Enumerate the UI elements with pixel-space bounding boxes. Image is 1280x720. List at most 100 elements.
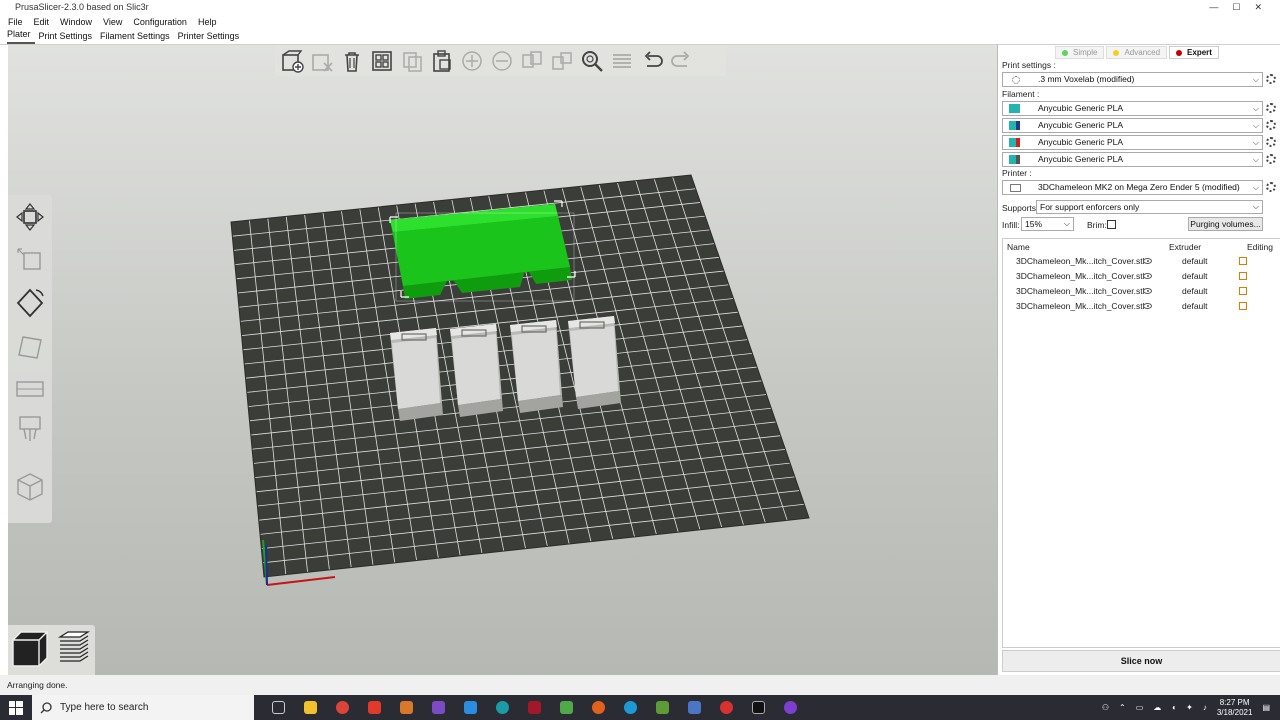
app-icon-red[interactable] bbox=[358, 695, 390, 720]
edit-icon[interactable] bbox=[1239, 272, 1247, 280]
prusaslicer-taskbar-icon[interactable] bbox=[582, 695, 614, 720]
menu-help[interactable]: Help bbox=[198, 17, 217, 27]
column-editing[interactable]: Editing bbox=[1247, 242, 1273, 252]
list-item[interactable]: 3DChameleon_Mk...itch_Cover.stl default bbox=[1003, 299, 1280, 314]
edit-icon[interactable] bbox=[1239, 287, 1247, 295]
list-item[interactable]: 3DChameleon_Mk...itch_Cover.stl default bbox=[1003, 269, 1280, 284]
move-tool[interactable] bbox=[14, 201, 46, 233]
switch-cover-object[interactable] bbox=[390, 328, 443, 421]
object-extruder[interactable]: default bbox=[1182, 271, 1208, 281]
menu-window[interactable]: Window bbox=[60, 17, 92, 27]
start-button[interactable] bbox=[0, 695, 32, 720]
task-view-icon[interactable] bbox=[262, 695, 294, 720]
place-on-face-tool[interactable] bbox=[14, 331, 46, 363]
app-icon-darkred[interactable] bbox=[518, 695, 550, 720]
tab-plater[interactable]: Plater bbox=[7, 27, 35, 44]
chevron-up-icon[interactable]: ⌃ bbox=[1119, 703, 1126, 712]
close-button[interactable]: ✕ bbox=[1254, 0, 1262, 14]
menu-configuration[interactable]: Configuration bbox=[133, 17, 187, 27]
scale-tool[interactable] bbox=[14, 245, 46, 277]
eye-icon[interactable] bbox=[1143, 288, 1152, 294]
people-icon[interactable]: ⚇ bbox=[1102, 703, 1109, 712]
filament-gear-icon[interactable] bbox=[1266, 154, 1276, 164]
visual-studio-icon[interactable] bbox=[422, 695, 454, 720]
tab-printer-settings[interactable]: Printer Settings bbox=[178, 29, 244, 44]
filament-combo-1[interactable]: Anycubic Generic PLA ⌵ bbox=[1002, 101, 1263, 116]
network-icon[interactable]: ▭ bbox=[1136, 703, 1144, 712]
seam-painting-tool[interactable] bbox=[14, 471, 46, 503]
chrome-icon[interactable] bbox=[326, 695, 358, 720]
filament-combo-3[interactable]: Anycubic Generic PLA ⌵ bbox=[1002, 135, 1263, 150]
add-button[interactable] bbox=[279, 48, 305, 74]
3d-view-button[interactable] bbox=[10, 629, 50, 671]
filament-gear-icon[interactable] bbox=[1266, 137, 1276, 147]
3d-scene[interactable] bbox=[8, 45, 997, 675]
switch-cover-object[interactable] bbox=[510, 320, 563, 413]
preview-button[interactable] bbox=[54, 629, 94, 671]
filament-gear-icon[interactable] bbox=[1266, 103, 1276, 113]
layers-editing-button[interactable] bbox=[609, 48, 635, 74]
menu-file[interactable]: File bbox=[8, 17, 23, 27]
terminal-icon[interactable] bbox=[742, 695, 774, 720]
minimize-button[interactable]: — bbox=[1209, 0, 1218, 14]
column-extruder[interactable]: Extruder bbox=[1169, 242, 1201, 252]
app-icon-lime[interactable] bbox=[646, 695, 678, 720]
filament-gear-icon[interactable] bbox=[1266, 120, 1276, 130]
clock[interactable]: 8:27 PM 3/18/2021 bbox=[1217, 698, 1253, 718]
maximize-button[interactable]: ☐ bbox=[1232, 0, 1240, 14]
infill-select[interactable]: 15% ⌵ bbox=[1021, 217, 1074, 231]
tab-print-settings[interactable]: Print Settings bbox=[39, 29, 97, 44]
dropbox-icon[interactable]: ✦ bbox=[1186, 703, 1193, 712]
filament-combo-4[interactable]: Anycubic Generic PLA ⌵ bbox=[1002, 152, 1263, 167]
search-button[interactable] bbox=[579, 48, 605, 74]
undo-button[interactable] bbox=[639, 48, 665, 74]
add-instance-button[interactable] bbox=[459, 48, 485, 74]
paste-button[interactable] bbox=[429, 48, 455, 74]
speaker-icon[interactable]: ♪ bbox=[1203, 703, 1207, 712]
object-extruder[interactable]: default bbox=[1182, 286, 1208, 296]
app-icon-red2[interactable] bbox=[710, 695, 742, 720]
object-extruder[interactable]: default bbox=[1182, 301, 1208, 311]
app-icon-purple[interactable] bbox=[774, 695, 806, 720]
mode-expert-button[interactable]: Expert bbox=[1169, 46, 1219, 59]
mode-simple-button[interactable]: Simple bbox=[1055, 46, 1105, 59]
taskbar-search[interactable]: Type here to search bbox=[32, 695, 254, 720]
print-settings-combo[interactable]: .3 mm Voxelab (modified) ⌵ bbox=[1002, 72, 1263, 87]
eye-icon[interactable] bbox=[1143, 258, 1152, 264]
printer-combo[interactable]: 3DChameleon MK2 on Mega Zero Ender 5 (mo… bbox=[1002, 180, 1263, 195]
edit-icon[interactable] bbox=[1239, 302, 1247, 310]
column-name[interactable]: Name bbox=[1007, 242, 1030, 252]
app-icon-orange[interactable] bbox=[390, 695, 422, 720]
arrange-button[interactable] bbox=[369, 48, 395, 74]
vscode-icon[interactable] bbox=[454, 695, 486, 720]
filament-combo-2[interactable]: Anycubic Generic PLA ⌵ bbox=[1002, 118, 1263, 133]
redo-button[interactable] bbox=[669, 48, 695, 74]
brim-checkbox[interactable] bbox=[1107, 220, 1116, 229]
slice-now-button[interactable]: Slice now bbox=[1002, 650, 1280, 672]
delete-all-button[interactable] bbox=[339, 48, 365, 74]
list-item[interactable]: 3DChameleon_Mk...itch_Cover.stl default bbox=[1003, 284, 1280, 299]
file-explorer-icon[interactable] bbox=[294, 695, 326, 720]
menu-edit[interactable]: Edit bbox=[34, 17, 50, 27]
list-item[interactable]: 3DChameleon_Mk...itch_Cover.stl default bbox=[1003, 254, 1280, 269]
remove-instance-button[interactable] bbox=[489, 48, 515, 74]
supports-select[interactable]: For support enforcers only ⌵ bbox=[1036, 200, 1263, 214]
volume-icon[interactable]: ◖ bbox=[1171, 703, 1176, 712]
delete-button[interactable] bbox=[309, 48, 335, 74]
switch-cover-object[interactable] bbox=[568, 316, 621, 409]
tab-filament-settings[interactable]: Filament Settings bbox=[100, 29, 174, 44]
app-icon-blue[interactable] bbox=[678, 695, 710, 720]
switch-cover-object[interactable] bbox=[450, 324, 503, 417]
eye-icon[interactable] bbox=[1143, 303, 1152, 309]
notifications-icon[interactable]: ▤ bbox=[1262, 703, 1270, 712]
purging-volumes-button[interactable]: Purging volumes... bbox=[1188, 217, 1263, 231]
app-icon-cyan[interactable] bbox=[614, 695, 646, 720]
object-extruder[interactable]: default bbox=[1182, 256, 1208, 266]
app-icon-green[interactable] bbox=[550, 695, 582, 720]
3d-viewport[interactable] bbox=[8, 45, 997, 675]
eye-icon[interactable] bbox=[1143, 273, 1152, 279]
rotate-tool[interactable] bbox=[14, 287, 46, 319]
menu-view[interactable]: View bbox=[103, 17, 122, 27]
printer-gear-icon[interactable] bbox=[1266, 182, 1276, 192]
cloud-icon[interactable]: ☁ bbox=[1153, 703, 1161, 712]
